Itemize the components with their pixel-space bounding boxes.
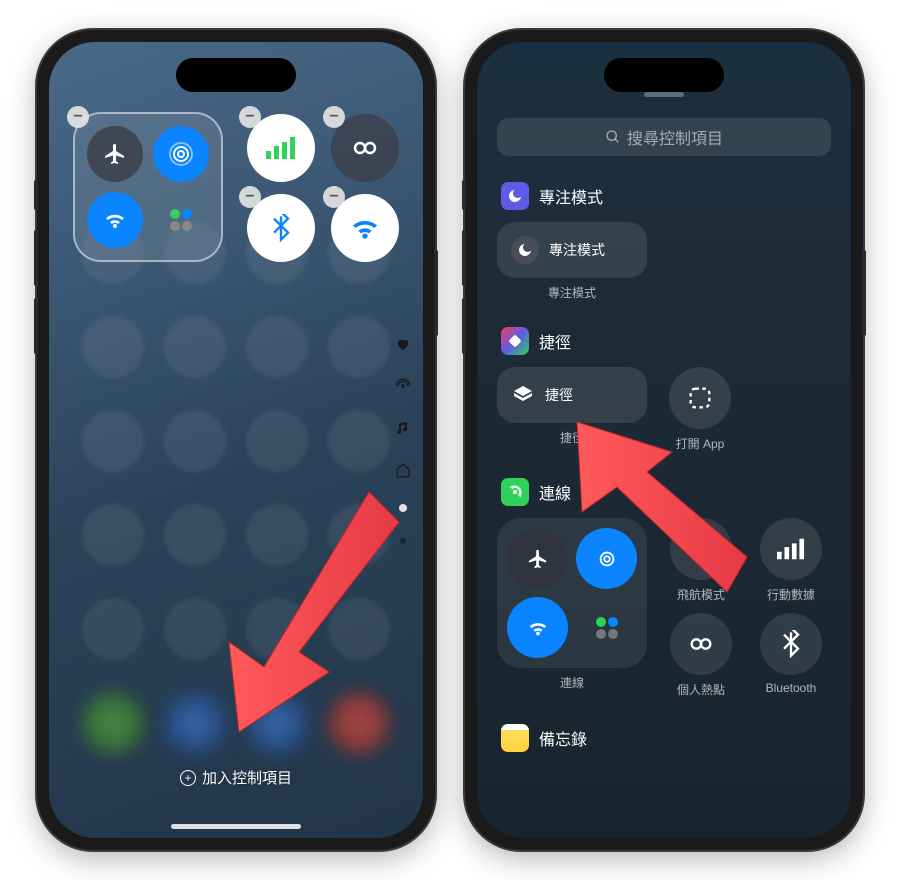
side-button bbox=[462, 230, 466, 286]
control-center-edit[interactable]: − bbox=[49, 42, 423, 838]
add-control-panel[interactable]: 搜尋控制項目 專注模式 專注模式 專注模式 bbox=[477, 42, 851, 838]
section-connectivity: 連線 bbox=[501, 478, 827, 506]
airplane-icon[interactable] bbox=[87, 126, 143, 182]
wifi-icon[interactable] bbox=[87, 192, 143, 248]
bluetooth-toggle[interactable]: − bbox=[247, 194, 315, 262]
focus-sub-label: 專注模式 bbox=[497, 284, 647, 301]
right-screen: 搜尋控制項目 專注模式 專注模式 專注模式 bbox=[477, 42, 851, 838]
remove-badge[interactable]: − bbox=[67, 106, 89, 128]
open-app-label: 打開 App bbox=[676, 435, 725, 452]
page-airdrop-icon[interactable] bbox=[395, 378, 411, 394]
dashed-square-icon bbox=[686, 384, 714, 412]
page-dot[interactable] bbox=[400, 538, 406, 544]
airplane-mode-control[interactable] bbox=[670, 518, 732, 580]
section-notes: 備忘錄 bbox=[501, 724, 827, 752]
moon-icon bbox=[511, 236, 539, 264]
side-button bbox=[434, 250, 438, 336]
home-indicator[interactable] bbox=[171, 824, 301, 829]
antenna-icon bbox=[501, 478, 529, 506]
airdrop-icon[interactable] bbox=[153, 126, 209, 182]
connectivity-group-control[interactable] bbox=[497, 518, 647, 668]
add-control-label: 加入控制項目 bbox=[202, 767, 292, 788]
left-phone-frame: − bbox=[37, 30, 435, 850]
plus-icon: + bbox=[180, 770, 196, 786]
bluetooth-control[interactable] bbox=[760, 613, 822, 675]
side-button bbox=[462, 298, 466, 354]
open-app-control[interactable] bbox=[669, 367, 731, 429]
bluetooth-label: Bluetooth bbox=[766, 681, 817, 695]
side-button bbox=[862, 250, 866, 336]
section-title-label: 捷徑 bbox=[539, 329, 571, 353]
section-shortcuts: 捷徑 bbox=[501, 327, 827, 355]
mini-cluster-icon bbox=[576, 597, 637, 658]
search-input[interactable]: 搜尋控制項目 bbox=[497, 118, 831, 156]
right-phone-frame: 搜尋控制項目 專注模式 專注模式 專注模式 bbox=[465, 30, 863, 850]
connectivity-sub-label: 連線 bbox=[497, 674, 647, 691]
section-title-label: 連線 bbox=[539, 480, 571, 504]
hotspot-label: 個人熱點 bbox=[677, 681, 725, 698]
personal-hotspot-control[interactable] bbox=[670, 613, 732, 675]
airplane-label: 飛航模式 bbox=[677, 586, 725, 603]
section-focus: 專注模式 bbox=[501, 182, 827, 210]
shortcuts-control[interactable]: 捷徑 bbox=[497, 367, 647, 423]
dynamic-island bbox=[176, 58, 296, 92]
page-indicator[interactable] bbox=[395, 336, 411, 544]
section-title-label: 備忘錄 bbox=[539, 726, 587, 750]
remove-badge[interactable]: − bbox=[239, 186, 261, 208]
notes-icon bbox=[501, 724, 529, 752]
remove-badge[interactable]: − bbox=[239, 106, 261, 128]
grab-indicator[interactable] bbox=[644, 92, 684, 97]
page-dot-active[interactable] bbox=[399, 504, 407, 512]
mini-cluster-icon[interactable] bbox=[153, 192, 209, 248]
cellular-toggle[interactable]: − bbox=[247, 114, 315, 182]
connectivity-group[interactable]: − bbox=[73, 112, 223, 262]
side-button bbox=[34, 230, 38, 286]
page-heart-icon[interactable] bbox=[395, 336, 411, 352]
moon-icon bbox=[501, 182, 529, 210]
focus-mode-control[interactable]: 專注模式 bbox=[497, 222, 647, 278]
cellular-data-control[interactable] bbox=[760, 518, 822, 580]
dynamic-island bbox=[604, 58, 724, 92]
wifi-toggle-large[interactable]: − bbox=[331, 194, 399, 262]
side-button bbox=[34, 298, 38, 354]
airdrop-icon bbox=[576, 528, 637, 589]
focus-item-label: 專注模式 bbox=[549, 240, 605, 260]
page-music-icon[interactable] bbox=[395, 420, 411, 436]
hotspot-toggle[interactable]: − bbox=[331, 114, 399, 182]
section-title-label: 專注模式 bbox=[539, 184, 603, 208]
page-home-icon[interactable] bbox=[395, 462, 411, 478]
shortcuts-icon bbox=[501, 327, 529, 355]
shortcuts-sub-label: 捷徑 bbox=[497, 429, 647, 446]
remove-badge[interactable]: − bbox=[323, 186, 345, 208]
search-icon bbox=[605, 129, 621, 145]
wifi-icon bbox=[507, 597, 568, 658]
side-button bbox=[462, 180, 466, 210]
shortcuts-item-label: 捷徑 bbox=[545, 385, 573, 405]
add-control-button[interactable]: + 加入控制項目 bbox=[180, 767, 292, 788]
airplane-icon bbox=[507, 528, 568, 589]
stack-icon bbox=[511, 383, 535, 407]
cellular-label: 行動數據 bbox=[767, 586, 815, 603]
search-placeholder: 搜尋控制項目 bbox=[627, 125, 723, 149]
remove-badge[interactable]: − bbox=[323, 106, 345, 128]
side-button bbox=[34, 180, 38, 210]
left-screen: − bbox=[49, 42, 423, 838]
